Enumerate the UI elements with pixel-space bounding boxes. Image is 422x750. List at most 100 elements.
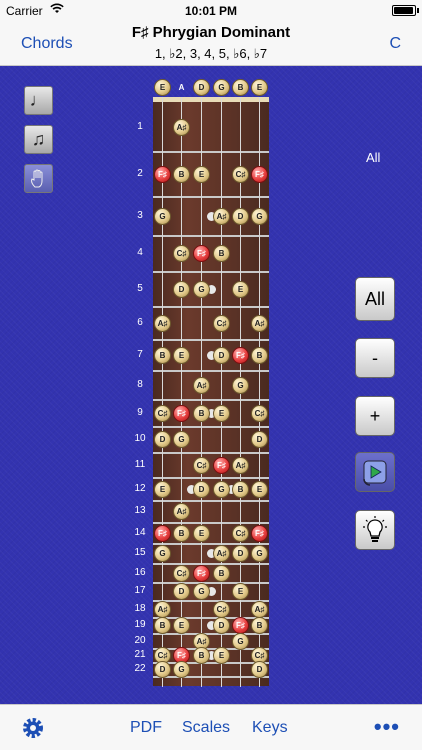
notes-mode-button[interactable]: ♫ [24, 125, 53, 154]
scale-note-marker[interactable]: A♯ [251, 314, 268, 332]
scale-note-marker[interactable]: G [232, 376, 249, 394]
beamed-notes-icon: ♫ [31, 129, 46, 149]
scale-note-marker[interactable]: B [193, 647, 210, 664]
scale-note-marker[interactable]: D [232, 545, 249, 562]
scale-note-marker[interactable]: A♯ [173, 118, 190, 136]
scale-note-marker[interactable]: D [232, 207, 249, 225]
root-note-marker[interactable]: F♯ [232, 346, 249, 364]
root-note-marker[interactable]: F♯ [154, 165, 171, 183]
root-note-marker[interactable]: F♯ [251, 524, 268, 542]
scale-note-marker[interactable]: G [154, 207, 171, 225]
scale-note-marker[interactable]: C♯ [173, 564, 190, 582]
fretboard[interactable] [153, 100, 269, 686]
scale-note-marker[interactable]: C♯ [251, 404, 268, 422]
root-note-marker[interactable]: F♯ [251, 165, 268, 183]
scale-note-marker[interactable]: G [251, 207, 268, 225]
plus-button[interactable]: + [355, 396, 395, 436]
root-note-marker[interactable]: F♯ [173, 404, 190, 422]
scale-note-marker[interactable]: A♯ [154, 314, 171, 332]
scale-note-marker[interactable]: G [154, 545, 171, 562]
scale-note-marker[interactable]: D [251, 661, 268, 678]
open-string-note[interactable]: D [193, 79, 210, 96]
note-mode-button[interactable]: ♩ [24, 86, 53, 115]
scale-note-marker[interactable]: A♯ [232, 456, 249, 474]
scale-note-marker[interactable]: E [232, 280, 249, 298]
scale-note-marker[interactable]: A♯ [213, 545, 230, 562]
scale-note-marker[interactable]: D [251, 431, 268, 448]
root-note-marker[interactable]: F♯ [193, 245, 210, 262]
scale-note-marker[interactable]: G [213, 480, 230, 498]
fret-number: 7 [137, 348, 143, 360]
open-string-note[interactable]: E [251, 79, 268, 96]
scale-note-marker[interactable]: A♯ [193, 376, 210, 394]
scale-note-marker[interactable]: E [232, 583, 249, 600]
scale-note-marker[interactable]: A♯ [213, 207, 230, 225]
scale-note-marker[interactable]: C♯ [232, 165, 249, 183]
open-string-note[interactable]: E [154, 79, 171, 96]
scope-label: All [366, 150, 381, 165]
gear-icon[interactable] [20, 715, 46, 741]
scale-note-marker[interactable]: E [213, 404, 230, 422]
root-note-marker[interactable]: F♯ [193, 564, 210, 582]
scale-note-marker[interactable]: G [251, 545, 268, 562]
root-note-marker[interactable]: F♯ [232, 617, 249, 634]
open-string-note[interactable]: A [173, 79, 190, 96]
minus-button[interactable]: - [355, 338, 395, 378]
scale-note-marker[interactable]: E [193, 165, 210, 183]
root-note-marker[interactable]: F♯ [154, 524, 171, 542]
scale-note-marker[interactable]: D [213, 617, 230, 634]
scale-note-marker[interactable]: D [213, 346, 230, 364]
scale-note-marker[interactable]: D [154, 661, 171, 678]
scale-note-marker[interactable]: C♯ [154, 404, 171, 422]
scale-note-marker[interactable]: G [232, 632, 249, 650]
tab-scales[interactable]: Scales [182, 719, 230, 737]
open-string-note[interactable]: B [232, 79, 249, 96]
all-button[interactable]: All [355, 277, 395, 321]
tab-pdf[interactable]: PDF [130, 719, 162, 737]
scale-note-marker[interactable]: E [173, 617, 190, 634]
scale-note-marker[interactable]: D [154, 431, 171, 448]
scale-note-marker[interactable]: B [154, 617, 171, 634]
scale-note-marker[interactable]: C♯ [173, 245, 190, 262]
tab-bar: PDF Scales Keys ••• [0, 704, 422, 750]
scale-note-marker[interactable]: E [251, 480, 268, 498]
scale-note-marker[interactable]: E [173, 346, 190, 364]
scale-note-marker[interactable]: B [232, 480, 249, 498]
scale-note-marker[interactable]: C♯ [193, 456, 210, 474]
scale-note-marker[interactable]: B [193, 404, 210, 422]
scale-note-marker[interactable]: D [193, 480, 210, 498]
scale-note-marker[interactable]: E [213, 647, 230, 664]
scale-note-marker[interactable]: B [251, 346, 268, 364]
scale-note-marker[interactable]: G [173, 431, 190, 448]
more-button[interactable]: ••• [374, 714, 400, 740]
scale-note-marker[interactable]: B [173, 524, 190, 542]
scale-note-marker[interactable]: C♯ [232, 524, 249, 542]
scale-note-marker[interactable]: C♯ [213, 314, 230, 332]
scale-note-marker[interactable]: B [154, 346, 171, 364]
scale-note-marker[interactable]: G [193, 280, 210, 298]
play-loop-button[interactable] [355, 452, 395, 492]
fret-number: 4 [137, 247, 143, 258]
scale-note-marker[interactable]: E [193, 524, 210, 542]
hint-button[interactable] [355, 510, 395, 550]
scale-note-marker[interactable]: A♯ [173, 503, 190, 520]
scale-note-marker[interactable]: G [193, 583, 210, 600]
scale-note-marker[interactable]: A♯ [251, 600, 268, 618]
scale-note-marker[interactable]: B [213, 245, 230, 262]
scale-note-marker[interactable]: B [173, 165, 190, 183]
tab-keys[interactable]: Keys [252, 719, 288, 737]
key-button[interactable]: C [389, 35, 401, 53]
scale-note-marker[interactable]: D [173, 583, 190, 600]
scale-note-marker[interactable]: A♯ [154, 600, 171, 618]
scale-note-marker[interactable]: D [173, 280, 190, 298]
hand-mode-button[interactable] [24, 164, 53, 193]
open-string-note[interactable]: G [213, 79, 230, 96]
fret-number: 17 [134, 585, 146, 596]
play-loop-icon [363, 460, 387, 486]
scale-note-marker[interactable]: B [213, 564, 230, 582]
root-note-marker[interactable]: F♯ [213, 456, 230, 474]
scale-note-marker[interactable]: G [173, 661, 190, 678]
scale-note-marker[interactable]: B [251, 617, 268, 634]
scale-note-marker[interactable]: E [154, 480, 171, 498]
scale-note-marker[interactable]: C♯ [213, 600, 230, 618]
